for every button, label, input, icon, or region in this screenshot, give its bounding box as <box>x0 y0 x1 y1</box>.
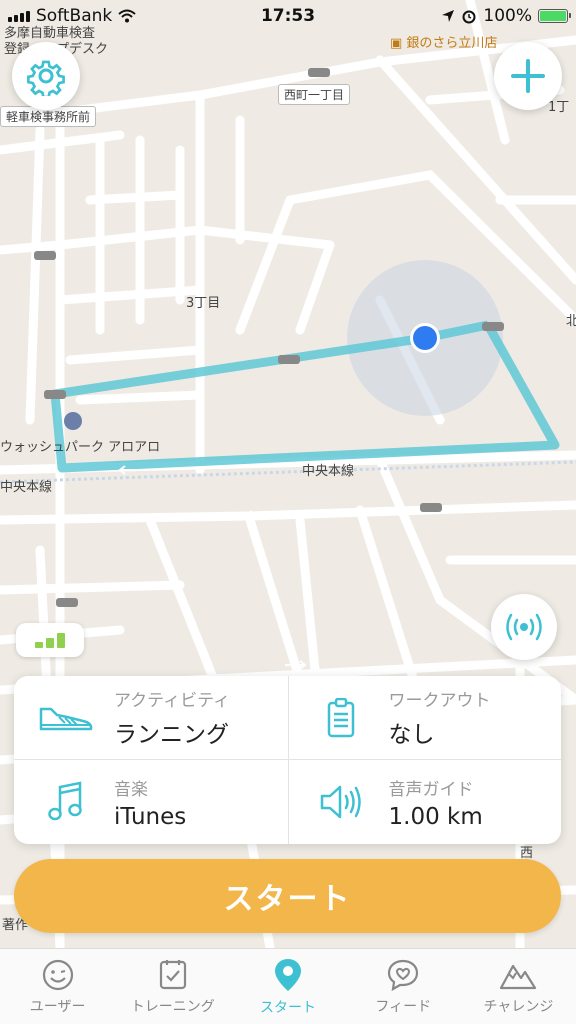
workout-value: なし <box>388 722 435 748</box>
plus-icon <box>511 59 545 93</box>
gps-bar <box>57 633 65 648</box>
cell-signal-icon <box>8 10 30 22</box>
battery-percent: 100% <box>483 6 532 26</box>
alarm-icon <box>462 10 476 24</box>
location-arrow-icon <box>442 10 455 22</box>
wifi-icon <box>118 9 136 23</box>
clipboard-icon <box>327 697 354 737</box>
workout-label: ワークアウト <box>388 691 491 711</box>
location-pin-icon <box>275 958 301 991</box>
status-bar: SoftBank 17:53 100% <box>0 0 576 32</box>
broadcast-icon <box>506 613 542 641</box>
tab-training-label: トレーニング <box>130 998 215 1015</box>
tab-start-label: スタート <box>260 999 316 1016</box>
activity-setting[interactable]: アクティビティ ランニング <box>14 676 288 760</box>
map-label-nishiki: 西町一丁目 <box>278 84 351 105</box>
tab-training[interactable]: トレーニング <box>115 949 230 1024</box>
map-label-chuo-line-left: 中央本線 <box>0 480 53 495</box>
map-label-park: ウォッシュパーク アロアロ <box>0 440 161 455</box>
heart-bubble-icon <box>388 959 419 991</box>
tab-challenge[interactable]: チャレンジ <box>461 949 576 1024</box>
map-label-3chome: 3丁目 <box>186 296 221 311</box>
battery-icon <box>538 9 571 23</box>
activity-label: アクティビティ <box>114 691 231 711</box>
restaurant-name: 銀のさら立川店 <box>406 36 498 51</box>
tab-bar: ユーザー トレーニング スタート フィード チャレンジ <box>0 948 576 1024</box>
clock: 17:53 <box>260 6 316 26</box>
running-shoe-icon <box>39 707 93 730</box>
voice-guide-setting[interactable]: 音声ガイド 1.00 km <box>287 760 562 844</box>
start-button[interactable]: スタート <box>14 859 561 933</box>
voice-guide-value: 1.00 km <box>388 803 483 830</box>
music-label: 音楽 <box>114 779 148 800</box>
workout-setting[interactable]: ワークアウト なし <box>287 676 561 760</box>
tab-feed-label: フィード <box>375 998 432 1015</box>
gear-icon <box>27 60 65 96</box>
tab-user-label: ユーザー <box>29 998 86 1015</box>
map-label-restaurant[interactable]: ▣ 銀のさら立川店 <box>390 32 497 51</box>
map-label-chuo-line-right: 中央本線 <box>302 464 355 479</box>
gps-bar <box>35 642 43 648</box>
map-label-north: 北 <box>566 314 576 329</box>
music-value: iTunes <box>114 803 187 830</box>
music-setting[interactable]: 音楽 iTunes <box>14 760 288 844</box>
gps-bar <box>46 638 54 648</box>
tab-user[interactable]: ユーザー <box>0 949 115 1024</box>
checklist-icon <box>159 959 186 989</box>
settings-button[interactable] <box>12 42 80 110</box>
tab-feed[interactable]: フィード <box>346 949 461 1024</box>
beacon-button[interactable] <box>491 594 557 660</box>
music-note-icon <box>48 781 82 821</box>
activity-value: ランニング <box>114 722 229 748</box>
add-button[interactable] <box>494 42 562 110</box>
tab-challenge-label: チャレンジ <box>483 998 554 1015</box>
workout-settings-card: アクティビティ ランニング ワークアウト なし 音楽 iTunes 音声ガイド … <box>14 676 561 844</box>
mountain-icon <box>500 964 537 989</box>
speaker-icon <box>320 785 361 819</box>
tab-start[interactable]: スタート <box>230 949 345 1024</box>
carrier-name: SoftBank <box>36 6 113 26</box>
smiley-icon <box>42 959 73 990</box>
gps-signal-indicator[interactable] <box>16 623 84 657</box>
voice-guide-label: 音声ガイド <box>388 779 474 800</box>
